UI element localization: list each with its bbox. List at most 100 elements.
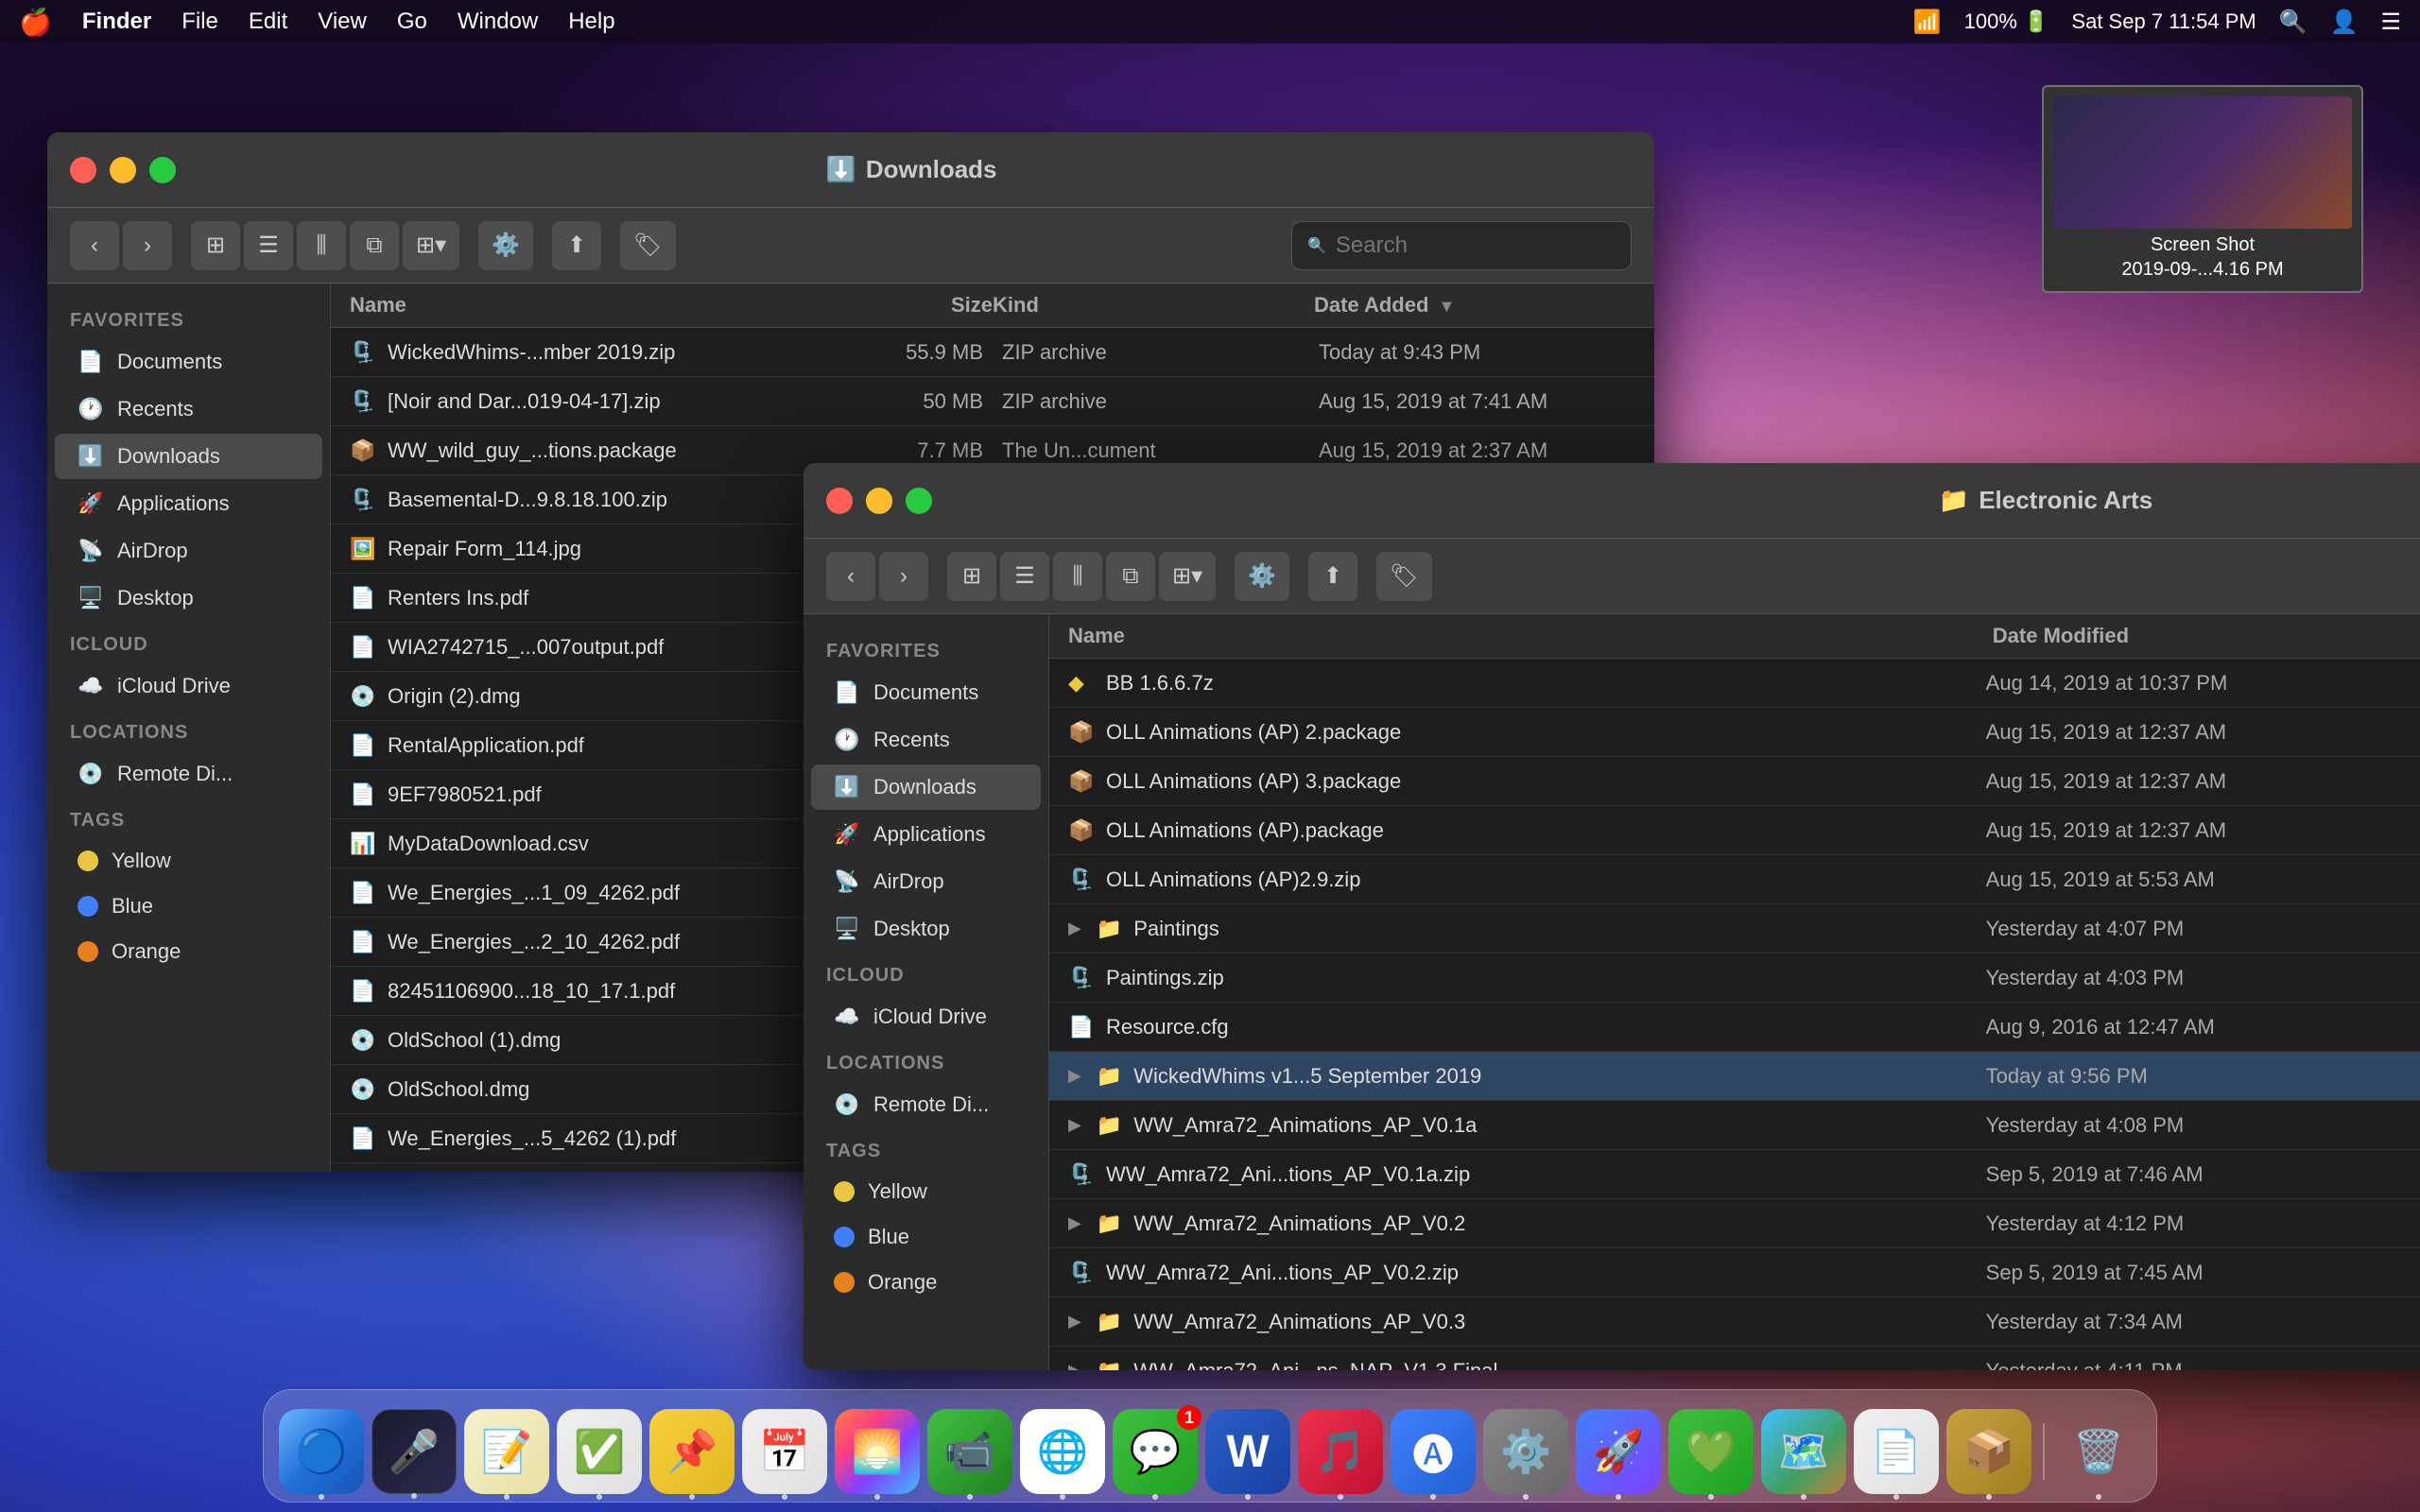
ea-sidebar-tag-yellow[interactable]: Yellow xyxy=(811,1170,1041,1213)
ea-sidebar-tag-blue[interactable]: Blue xyxy=(811,1215,1041,1259)
ea-col-name-label[interactable]: Name xyxy=(1068,624,1993,648)
back-button-ea[interactable]: ‹ xyxy=(826,552,875,601)
dock-icon-stickies[interactable]: 📌 xyxy=(649,1409,735,1494)
column-view-ea[interactable]: ⫼ xyxy=(1053,552,1102,601)
ea-sidebar-downloads[interactable]: ⬇️ Downloads xyxy=(811,765,1041,810)
dock-icon-siri[interactable]: 🎤 xyxy=(372,1409,457,1494)
table-row[interactable]: ▶📁 WW_Amra72_Animations_AP_V0.2 Yesterda… xyxy=(1049,1199,2420,1248)
maximize-button-ea[interactable] xyxy=(906,488,932,514)
folder-arrow[interactable]: ▶ xyxy=(1068,1213,1081,1233)
menu-file[interactable]: File xyxy=(182,9,218,35)
dock-icon-maps[interactable]: 🗺️ xyxy=(1761,1409,1846,1494)
ea-col-date-label[interactable]: Date Modified xyxy=(1993,624,2420,648)
table-row[interactable]: 🗜️ WW_Amra72_Ani...tions_AP_V0.1a.zip Se… xyxy=(1049,1150,2420,1199)
list-view-ea[interactable]: ☰ xyxy=(1000,552,1049,601)
search-input[interactable] xyxy=(1336,232,1616,259)
dock-icon-music[interactable]: 🎵 xyxy=(1298,1409,1383,1494)
dock-icon-trash[interactable]: 🗑️ xyxy=(2056,1409,2141,1494)
user-icon[interactable]: 👤 xyxy=(2330,9,2359,36)
menu-help[interactable]: Help xyxy=(568,9,614,35)
dock-icon-facetime[interactable]: 📹 xyxy=(927,1409,1012,1494)
menu-edit[interactable]: Edit xyxy=(249,9,287,35)
table-row[interactable]: ▶📁 WW_Amra72_Ani...ns_NAP_V1.3 Final Yes… xyxy=(1049,1347,2420,1370)
action-button-ea[interactable]: ⚙️ xyxy=(1235,552,1289,601)
view-options-button[interactable]: ⊞▾ xyxy=(403,221,459,270)
spotlight-icon[interactable]: 🔍 xyxy=(2279,9,2308,36)
sidebar-item-desktop[interactable]: 🖥️ Desktop xyxy=(55,576,322,621)
table-row[interactable]: 🗜️ Paintings.zip Yesterday at 4:03 PM 3.… xyxy=(1049,954,2420,1003)
close-button[interactable] xyxy=(70,157,96,183)
folder-arrow[interactable]: ▶ xyxy=(1068,1312,1081,1332)
gallery-view-button[interactable]: ⧉ xyxy=(350,221,399,270)
dock-icon-photos[interactable]: 🌅 xyxy=(835,1409,920,1494)
tag-button[interactable]: 🏷 xyxy=(620,221,675,270)
sidebar-item-applications[interactable]: 🚀 Applications xyxy=(55,481,322,526)
dock-icon-word[interactable]: W xyxy=(1205,1409,1290,1494)
table-row[interactable]: ▶📁 Paintings Yesterday at 4:07 PM -- Fol… xyxy=(1049,904,2420,954)
minimize-button[interactable] xyxy=(110,157,136,183)
dock-icon-app-store[interactable]: 🅐 xyxy=(1391,1409,1476,1494)
table-row[interactable]: 📦 OLL Animations (AP).package Aug 15, 20… xyxy=(1049,806,2420,855)
ea-sidebar-applications[interactable]: 🚀 Applications xyxy=(811,812,1041,857)
table-row[interactable]: ◆ BB 1.6.6.7z Aug 14, 2019 at 10:37 PM 1… xyxy=(1049,659,2420,708)
dock-icon-launchpad[interactable]: 🚀 xyxy=(1576,1409,1661,1494)
tag-button-ea[interactable]: 🏷 xyxy=(1376,552,1431,601)
maximize-button[interactable] xyxy=(149,157,176,183)
dock-icon-textedit[interactable]: 📄 xyxy=(1854,1409,1939,1494)
dock-icon-system-preferences[interactable]: ⚙️ xyxy=(1483,1409,1568,1494)
menu-view[interactable]: View xyxy=(318,9,367,35)
close-button-ea[interactable] xyxy=(826,488,853,514)
table-row[interactable]: ▶📁 WW_Amra72_Animations_AP_V0.3 Yesterda… xyxy=(1049,1297,2420,1347)
table-row[interactable]: 🗜️ WickedWhims-...mber 2019.zip 55.9 MB … xyxy=(331,328,1654,377)
folder-arrow[interactable]: ▶ xyxy=(1068,1361,1081,1370)
dock-icon-archive-utility[interactable]: 📦 xyxy=(1946,1409,2031,1494)
dock-icon-the-sims-4[interactable]: 💚 xyxy=(1668,1409,1754,1494)
dock-icon-reminders[interactable]: ✅ xyxy=(557,1409,642,1494)
ea-sidebar-airdrop[interactable]: 📡 AirDrop xyxy=(811,859,1041,904)
dock-icon-messages[interactable]: 💬1 xyxy=(1113,1409,1198,1494)
menu-go[interactable]: Go xyxy=(397,9,427,35)
folder-arrow[interactable]: ▶ xyxy=(1068,1115,1081,1135)
table-row[interactable]: 🗜️ WW_Amra72_Ani...tions_AP_V0.2.zip Sep… xyxy=(1049,1248,2420,1297)
gallery-view-ea[interactable]: ⧉ xyxy=(1106,552,1155,601)
control-center-icon[interactable]: ☰ xyxy=(2380,9,2401,36)
sidebar-item-airdrop[interactable]: 📡 AirDrop xyxy=(55,528,322,574)
ea-sidebar-recents[interactable]: 🕐 Recents xyxy=(811,717,1041,763)
action-button[interactable]: ⚙️ xyxy=(478,221,533,270)
list-view-button[interactable]: ☰ xyxy=(244,221,293,270)
table-row[interactable]: 🗜️ OLL Animations (AP)2.9.zip Aug 15, 20… xyxy=(1049,855,2420,904)
menu-window[interactable]: Window xyxy=(458,9,538,35)
table-row[interactable]: 📦 OLL Animations (AP) 2.package Aug 15, … xyxy=(1049,708,2420,757)
search-bar[interactable]: 🔍 xyxy=(1291,221,1632,270)
table-row[interactable]: ▶📁 WW_Amra72_Animations_AP_V0.1a Yesterd… xyxy=(1049,1101,2420,1150)
share-button[interactable]: ⬆ xyxy=(552,221,601,270)
folder-arrow[interactable]: ▶ xyxy=(1068,919,1081,938)
forward-button-ea[interactable]: › xyxy=(879,552,928,601)
forward-button[interactable]: › xyxy=(123,221,172,270)
col-name-label[interactable]: Name xyxy=(350,293,832,318)
folder-arrow[interactable]: ▶ xyxy=(1068,1066,1081,1086)
ea-sidebar-tag-orange[interactable]: Orange xyxy=(811,1261,1041,1304)
dock-icon-finder[interactable]: 🔵 xyxy=(279,1409,364,1494)
share-button-ea[interactable]: ⬆ xyxy=(1308,552,1357,601)
view-options-ea[interactable]: ⊞▾ xyxy=(1159,552,1216,601)
sidebar-item-recents[interactable]: 🕐 Recents xyxy=(55,387,322,432)
minimize-button-ea[interactable] xyxy=(866,488,892,514)
sidebar-item-tag-blue[interactable]: Blue xyxy=(55,885,322,928)
dock-icon-chrome[interactable]: 🌐 xyxy=(1020,1409,1105,1494)
ea-sidebar-desktop[interactable]: 🖥️ Desktop xyxy=(811,906,1041,952)
column-view-button[interactable]: ⫼ xyxy=(297,221,346,270)
ea-sidebar-icloud-drive[interactable]: ☁️ iCloud Drive xyxy=(811,994,1041,1040)
dock-icon-calendar[interactable]: 📅 xyxy=(742,1409,827,1494)
sidebar-item-tag-orange[interactable]: Orange xyxy=(55,930,322,973)
menu-finder[interactable]: Finder xyxy=(82,9,151,35)
icon-view-button[interactable]: ⊞ xyxy=(191,221,240,270)
table-row[interactable]: 🗜️ [Noir and Dar...019-04-17].zip 50 MB … xyxy=(331,377,1654,426)
sidebar-item-documents[interactable]: 📄 Documents xyxy=(55,339,322,385)
dock-icon-notes[interactable]: 📝 xyxy=(464,1409,549,1494)
col-kind-label[interactable]: Kind xyxy=(993,293,1314,318)
sidebar-item-remote[interactable]: 💿 Remote Di... xyxy=(55,751,322,797)
sidebar-item-downloads[interactable]: ⬇️ Downloads xyxy=(55,434,322,479)
sidebar-item-icloud-drive[interactable]: ☁️ iCloud Drive xyxy=(55,663,322,709)
table-row[interactable]: ▶📁 WickedWhims v1...5 September 2019 Tod… xyxy=(1049,1052,2420,1101)
